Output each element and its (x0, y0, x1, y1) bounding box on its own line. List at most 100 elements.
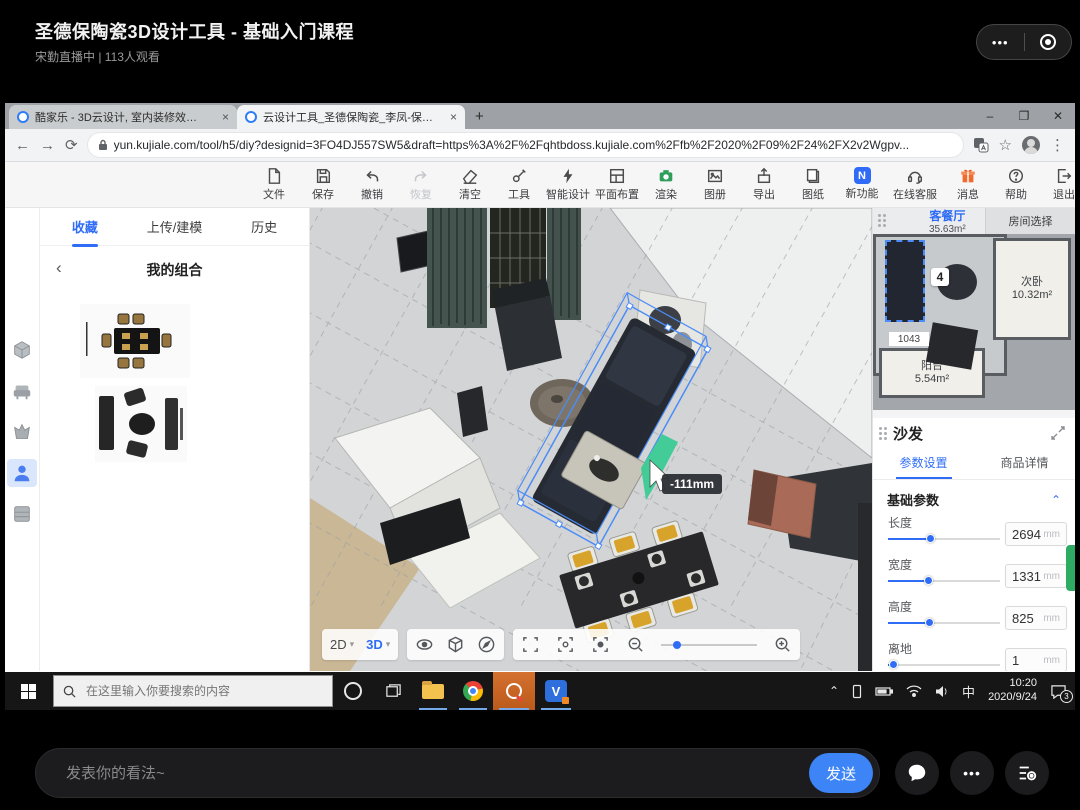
zoom-in-button[interactable] (773, 635, 792, 654)
file-button[interactable]: 文件 (257, 167, 291, 202)
send-button[interactable]: 发送 (809, 753, 873, 793)
tab-product-details[interactable]: 商品详情 (974, 448, 1075, 479)
tools-button[interactable]: 工具 (502, 167, 536, 202)
redo-button[interactable]: 恢复 (404, 167, 438, 202)
save-button[interactable]: 保存 (306, 167, 340, 202)
floorplan-button[interactable]: 平面布置 (600, 167, 634, 202)
comment-input-bar[interactable]: 发送 (35, 748, 880, 798)
file-explorer-button[interactable] (413, 672, 453, 710)
clear-button[interactable]: 清空 (453, 167, 487, 202)
tab-upload-model[interactable]: 上传/建模 (130, 217, 220, 236)
export-button[interactable]: 导出 (747, 167, 781, 202)
album-button[interactable]: 图册 (698, 167, 732, 202)
category-decoration-button[interactable] (7, 418, 37, 446)
focus-center-button[interactable] (591, 635, 610, 654)
search-input[interactable] (84, 683, 304, 699)
more-options-button[interactable]: ••• (977, 25, 1024, 59)
undo-button[interactable]: 撤销 (355, 167, 389, 202)
combo-thumbnail-living[interactable] (95, 386, 187, 462)
url-field[interactable]: yun.kujiale.com/tool/h5/diy?designid=3FO… (88, 133, 963, 157)
messages-button[interactable]: 消息 (951, 167, 985, 202)
zoom-slider[interactable] (661, 644, 757, 646)
category-furniture-button[interactable] (7, 377, 37, 405)
zoom-out-button[interactable] (626, 635, 645, 654)
minimize-button[interactable]: – (973, 109, 1007, 123)
zoom-slider-handle[interactable] (673, 641, 681, 649)
category-hard-decor-button[interactable] (7, 336, 37, 364)
compass-button[interactable] (477, 635, 496, 654)
forward-icon[interactable]: → (40, 137, 55, 154)
volume-icon[interactable] (935, 685, 949, 698)
browser-menu-icon[interactable]: ⋮ (1050, 136, 1065, 154)
basic-params-section-header[interactable]: 基础参数 ⌃ (873, 480, 1075, 509)
task-view-button[interactable] (373, 672, 413, 710)
length-value-field[interactable]: 2694mm (1005, 522, 1067, 546)
new-tab-button[interactable]: + (475, 108, 484, 125)
tab-history[interactable]: 历史 (219, 217, 309, 236)
tab-parameter-settings[interactable]: 参数设置 (873, 448, 974, 479)
drag-handle-icon[interactable] (878, 214, 886, 227)
profile-avatar[interactable] (1022, 136, 1040, 154)
start-button[interactable] (5, 672, 51, 710)
drag-handle-icon[interactable] (879, 427, 887, 440)
tab-favorites[interactable]: 收藏 (40, 217, 130, 236)
mode-3d-button[interactable]: 3D▾ (366, 637, 390, 652)
cortana-button[interactable] (333, 672, 373, 710)
bookmark-star-icon[interactable]: ☆ (999, 136, 1012, 154)
height-slider[interactable] (888, 622, 1000, 624)
height-value-field[interactable]: 825mm (1005, 606, 1067, 630)
minimap-selected-sofa[interactable] (885, 240, 925, 322)
notification-center-button[interactable]: 3 (1050, 684, 1067, 699)
wifi-icon[interactable] (906, 685, 922, 697)
canvas-3d-viewport[interactable]: -111mm 2D▾ 3D▾ (310, 208, 872, 671)
chrome-button[interactable] (453, 672, 493, 710)
close-capsule-button[interactable] (1025, 25, 1072, 59)
taskbar-clock[interactable]: 10:20 2020/9/24 (988, 677, 1037, 705)
elevation-slider[interactable] (888, 664, 1000, 666)
browser-tab-1[interactable]: 酷家乐 - 3D云设计, 室内装修效… × (9, 105, 237, 129)
close-window-button[interactable]: ✕ (1041, 109, 1075, 123)
reload-icon[interactable]: ⟳ (65, 136, 78, 154)
category-people-button[interactable] (7, 459, 37, 487)
combo-thumbnail-dining[interactable] (80, 304, 190, 378)
green-side-tab[interactable] (1066, 545, 1075, 591)
watch-list-button[interactable] (1005, 751, 1049, 795)
width-slider[interactable] (888, 580, 1000, 582)
floorplan-minimap[interactable]: 次卧 10.32m² 阳台 5.54m² 4 1043 (873, 234, 1075, 410)
vhall-app-button[interactable]: V (535, 672, 577, 710)
category-appliance-button[interactable] (7, 500, 37, 528)
active-capture-app-button[interactable] (493, 672, 535, 710)
close-tab-icon[interactable]: × (450, 110, 457, 124)
close-tab-icon[interactable]: × (222, 110, 229, 124)
back-icon[interactable]: ← (15, 137, 30, 154)
online-support-button[interactable]: 在线客服 (893, 167, 937, 202)
marquee-select-button[interactable] (521, 635, 540, 654)
taskbar-search[interactable] (53, 675, 333, 707)
translate-icon[interactable] (973, 137, 989, 153)
visibility-eye-button[interactable] (415, 635, 434, 654)
comment-input[interactable] (64, 764, 809, 783)
render-button[interactable]: 渲染 (649, 167, 683, 202)
room-bedroom[interactable]: 次卧 10.32m² (993, 238, 1071, 340)
elevation-value-field[interactable]: 1mm (1005, 648, 1067, 671)
mode-2d-button[interactable]: 2D▾ (330, 637, 354, 652)
device-icon[interactable] (852, 684, 862, 699)
new-features-button[interactable]: N 新功能 (845, 167, 879, 202)
length-slider[interactable] (888, 538, 1000, 540)
marquee-settings-button[interactable] (556, 635, 575, 654)
exit-button[interactable]: 退出 (1047, 167, 1080, 202)
cube-view-button[interactable] (446, 635, 465, 654)
chat-bubble-button[interactable] (895, 751, 939, 795)
browser-tab-2[interactable]: 云设计工具_圣德保陶瓷_李凤-保… × (237, 105, 465, 129)
drawings-button[interactable]: 图纸 (796, 167, 830, 202)
smart-design-button[interactable]: 智能设计 (551, 167, 585, 202)
hidden-icons-chevron[interactable]: ⌃ (829, 684, 839, 698)
width-value-field[interactable]: 1331mm (1005, 564, 1067, 588)
room-select-button[interactable]: 房间选择 (985, 208, 1075, 234)
battery-icon[interactable] (875, 686, 893, 697)
more-actions-button[interactable]: ••• (950, 751, 994, 795)
help-button[interactable]: 帮助 (999, 167, 1033, 202)
ime-indicator[interactable]: 中 (962, 682, 975, 701)
expand-panel-icon[interactable] (1051, 426, 1065, 440)
restore-button[interactable]: ❐ (1007, 109, 1041, 123)
